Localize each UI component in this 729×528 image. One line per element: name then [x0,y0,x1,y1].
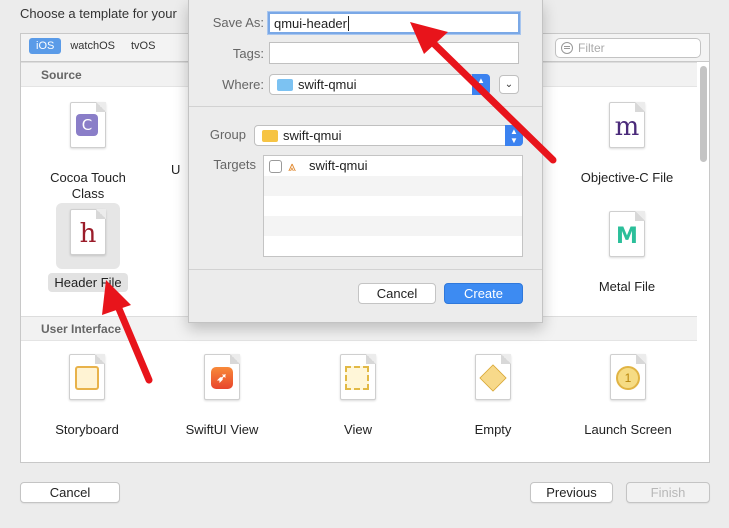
template-storyboard[interactable]: Storyboard [22,354,152,438]
create-button[interactable]: Create [444,283,523,304]
where-popup[interactable]: swift-qmui ▲ ▼ [269,74,490,95]
template-scrollbar[interactable] [700,66,707,162]
template-label: Empty [474,422,512,437]
divider [189,106,542,107]
template-empty[interactable]: Empty [428,354,558,438]
template-label: View [344,422,372,437]
group-value: swift-qmui [283,128,342,143]
targets-list: ⩓ swift-qmui [263,155,523,257]
platform-segmented-control: iOS watchOS tvOS [29,38,162,54]
swift-icon: ➶ [211,367,233,389]
header-file-icon: h [79,219,97,249]
template-swiftui-view[interactable]: ➶ SwiftUI View [157,354,287,438]
template-cocoa-touch-class[interactable]: C Cocoa Touch Class [23,102,153,202]
platform-tab-watchos[interactable]: watchOS [63,38,122,54]
save-as-label: Save As: [212,15,264,30]
group-label: Group [209,127,246,142]
where-value: swift-qmui [298,77,357,92]
filter-icon [561,42,573,54]
template-chooser-heading: Choose a template for your [20,6,177,21]
template-label: Objective-C File [580,170,674,185]
chevron-updown-icon: ▲ ▼ [505,125,523,146]
template-label: Launch Screen [584,422,672,437]
divider [189,269,542,270]
template-metal-file[interactable]: M Metal File [562,211,692,295]
launch-screen-icon: 1 [616,366,640,390]
view-icon [345,366,369,390]
folder-icon [277,79,293,91]
template-label: Storyboard [55,422,119,437]
expand-disclosure-button[interactable]: ⌄ [499,75,519,94]
list-row-empty [264,196,522,216]
app-target-icon: ⩓ [288,158,296,174]
cancel-button[interactable]: Cancel [20,482,120,503]
previous-button[interactable]: Previous [530,482,613,503]
platform-tab-tvos[interactable]: tvOS [124,38,162,54]
template-label: Metal File [598,279,656,294]
save-as-field[interactable]: qmui-header [268,12,520,34]
template-label: Cocoa Touch Class [50,170,126,201]
metal-file-icon: M [616,224,638,249]
target-name: swift-qmui [309,158,368,173]
platform-tab-ios[interactable]: iOS [29,38,62,54]
list-row-empty [264,216,522,236]
group-popup[interactable]: swift-qmui ▲ ▼ [254,125,523,146]
filter-placeholder: Filter [578,41,605,55]
cocoa-class-icon: C [76,114,98,136]
template-launch-screen[interactable]: 1 Launch Screen [563,354,693,438]
list-row-empty [264,176,522,196]
template-label: U [171,162,181,177]
target-checkbox[interactable] [269,160,282,173]
template-objective-c-file[interactable]: m Objective-C File [562,102,692,186]
save-as-value: qmui-header [274,16,347,31]
template-header-file[interactable]: h Header File [23,209,153,292]
filter-input[interactable]: Filter [555,38,701,58]
chevron-updown-icon: ▲ ▼ [472,74,490,95]
where-label: Where: [222,77,264,92]
targets-label: Targets [213,157,256,172]
template-label: Header File [48,273,128,292]
storyboard-icon [75,366,99,390]
tags-label: Tags: [232,46,264,61]
objective-c-file-icon: m [614,112,640,142]
target-row[interactable]: ⩓ swift-qmui [264,156,522,176]
folder-icon [262,130,278,142]
tags-field[interactable] [269,42,519,64]
sheet-cancel-button[interactable]: Cancel [358,283,436,304]
save-sheet: Save As: qmui-header Tags: Where: swift-… [188,0,543,323]
template-label: SwiftUI View [185,422,259,437]
template-view[interactable]: View [293,354,423,438]
finish-button[interactable]: Finish [626,482,710,503]
list-row-empty [264,236,522,256]
